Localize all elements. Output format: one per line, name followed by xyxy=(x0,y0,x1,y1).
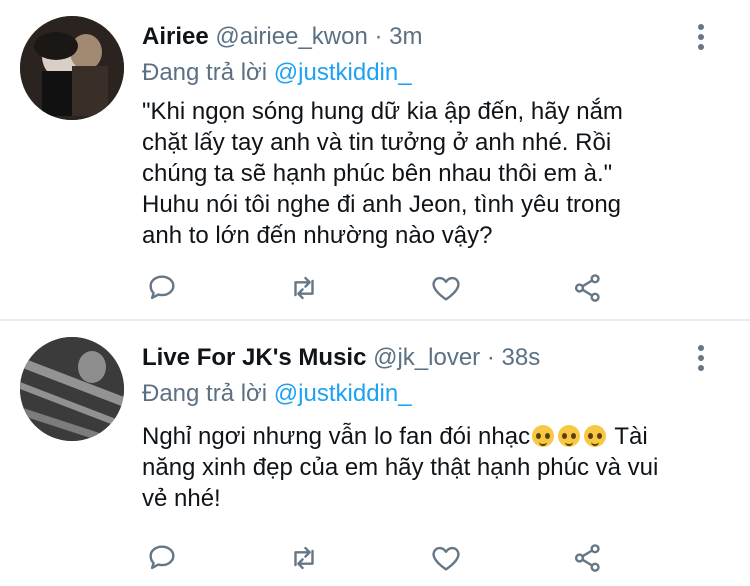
tweet[interactable]: Live For JK's Music @jk_lover · 38s Đang… xyxy=(0,321,750,586)
tweet-header: Live For JK's Music @jk_lover · 38s xyxy=(142,343,540,373)
pleading-face-emoji xyxy=(558,425,581,447)
mention-link[interactable]: @justkiddin_ xyxy=(274,380,412,407)
display-name[interactable]: Live For JK's Music xyxy=(142,344,366,371)
tweet-text-line: vẻ nhé! xyxy=(142,485,221,512)
pleading-face-emoji xyxy=(584,425,607,447)
avatar-photo xyxy=(20,16,124,120)
pleading-face-emoji xyxy=(532,425,555,447)
user-handle[interactable]: @jk_lover xyxy=(373,344,480,371)
separator-dot: · xyxy=(486,344,495,371)
avatar-photo xyxy=(20,337,124,441)
tweet-text-segment: Tài xyxy=(614,423,648,450)
tweet-text-line: chặt lấy tay anh và tin tưởng ở anh nhé.… xyxy=(142,129,612,156)
tweet-text-line: Huhu nói tôi nghe đi anh Jeon, tình yêu … xyxy=(142,191,622,218)
more-vertical-icon[interactable] xyxy=(690,22,710,52)
replying-to: Đang trả lời @justkiddin_ xyxy=(142,379,412,409)
timestamp[interactable]: 38s xyxy=(502,344,541,371)
mention-link[interactable]: @justkiddin_ xyxy=(274,59,412,86)
tweet[interactable]: Airiee @airiee_kwon · 3m Đang trả lời @j… xyxy=(0,0,750,320)
avatar[interactable] xyxy=(20,337,124,441)
retweet-icon[interactable] xyxy=(284,538,324,578)
tweet-text-segment: Nghỉ ngơi nhưng vẫn lo fan đói nhạc xyxy=(142,423,531,450)
reply-icon[interactable] xyxy=(142,538,182,578)
tweet-actions xyxy=(142,268,612,308)
tweet-text-line: "Khi ngọn sóng hung dữ kia ập đến, hãy n… xyxy=(142,98,623,125)
tweet-text-line: chúng ta sẽ hạnh phúc bên nhau thôi em à… xyxy=(142,160,613,187)
tweet-text-line: anh to lớn đến nhường nào vậy? xyxy=(142,222,493,249)
display-name[interactable]: Airiee xyxy=(142,23,209,50)
timestamp[interactable]: 3m xyxy=(389,23,422,50)
replying-to-label: Đang trả lời xyxy=(142,59,268,86)
tweet-header: Airiee @airiee_kwon · 3m xyxy=(142,22,423,52)
tweet-text-line: năng xinh đẹp của em hãy thật hạnh phúc … xyxy=(142,454,659,481)
share-icon[interactable] xyxy=(568,538,608,578)
reply-icon[interactable] xyxy=(142,268,182,308)
replying-to-label: Đang trả lời xyxy=(142,380,268,407)
tweet-actions xyxy=(142,538,612,578)
tweet-text-line: Nghỉ ngơi nhưng vẫn lo fan đói nhạc Tài xyxy=(142,421,732,452)
more-vertical-icon[interactable] xyxy=(690,343,710,373)
retweet-icon[interactable] xyxy=(284,268,324,308)
tweet-text: "Khi ngọn sóng hung dữ kia ập đến, hãy n… xyxy=(142,96,732,251)
tweet-text: Nghỉ ngơi nhưng vẫn lo fan đói nhạc Tài … xyxy=(142,421,732,514)
user-handle[interactable]: @airiee_kwon xyxy=(215,23,367,50)
separator-dot: · xyxy=(374,23,383,50)
avatar[interactable] xyxy=(20,16,124,120)
share-icon[interactable] xyxy=(568,268,608,308)
heart-icon[interactable] xyxy=(426,538,466,578)
replying-to: Đang trả lời @justkiddin_ xyxy=(142,58,412,88)
heart-icon[interactable] xyxy=(426,268,466,308)
